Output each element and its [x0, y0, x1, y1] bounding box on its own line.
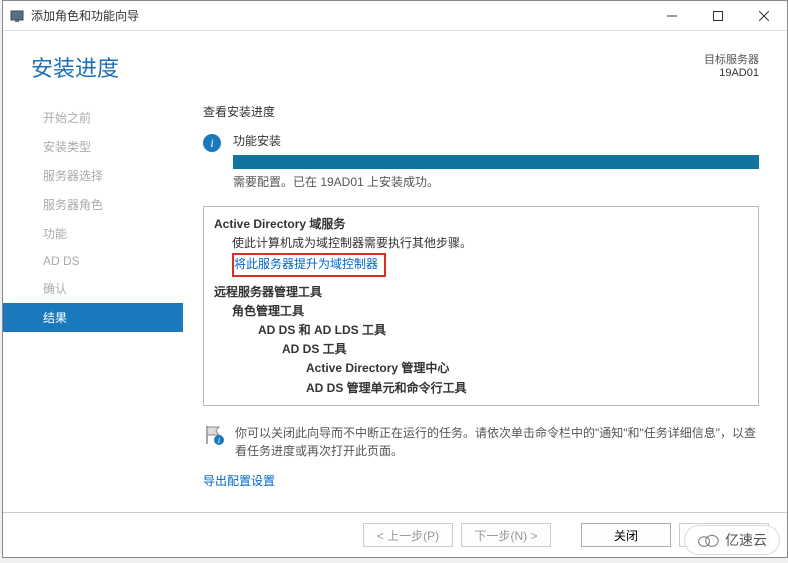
- ad-ds-subtext: 使此计算机成为域控制器需要执行其他步骤。: [214, 234, 748, 253]
- sidebar-item-features: 功能: [3, 219, 183, 248]
- gp-management-heading: 组策略管理: [214, 404, 748, 406]
- target-server-value: 19AD01: [704, 67, 759, 79]
- flag-icon: i: [203, 424, 225, 446]
- sidebar: 开始之前 安装类型 服务器选择 服务器角色 功能 AD DS 确认 结果: [3, 93, 183, 512]
- promote-domain-controller-link[interactable]: 将此服务器提升为域控制器: [234, 257, 378, 271]
- status-row: i 功能安装 需要配置。已在 19AD01 上安装成功。: [203, 132, 759, 200]
- target-server-label: 目标服务器: [704, 51, 759, 67]
- note-text: 你可以关闭此向导而不中断正在运行的任务。请依次单击命令栏中的"通知"和"任务详细…: [235, 424, 759, 460]
- close-wizard-button[interactable]: 关闭: [581, 523, 671, 547]
- minimize-button[interactable]: [649, 1, 695, 31]
- rsat-adds-tools: AD DS 工具: [214, 340, 748, 359]
- rsat-adds-adlds: AD DS 和 AD LDS 工具: [214, 321, 748, 340]
- wizard-window: 添加角色和功能向导 安装进度 目标服务器 19AD01 开始之前 安装类型: [2, 0, 788, 558]
- ad-ds-heading: Active Directory 域服务: [214, 215, 748, 234]
- previous-button: < 上一步(P): [363, 523, 453, 547]
- sidebar-item-before-you-begin: 开始之前: [3, 103, 183, 132]
- titlebar: 添加角色和功能向导: [3, 1, 787, 31]
- sidebar-item-confirmation: 确认: [3, 274, 183, 303]
- install-details: Active Directory 域服务 使此计算机成为域控制器需要执行其他步骤…: [203, 206, 759, 406]
- note-row: i 你可以关闭此向导而不中断正在运行的任务。请依次单击命令栏中的"通知"和"任务…: [203, 424, 759, 460]
- target-server-box: 目标服务器 19AD01: [704, 51, 759, 79]
- maximize-button[interactable]: [695, 1, 741, 31]
- sidebar-item-install-type: 安装类型: [3, 132, 183, 161]
- window-title: 添加角色和功能向导: [31, 7, 649, 24]
- sidebar-item-server-selection: 服务器选择: [3, 161, 183, 190]
- main-panel: 查看安装进度 i 功能安装 需要配置。已在 19AD01 上安装成功。 Acti…: [183, 93, 787, 512]
- section-label: 查看安装进度: [203, 103, 759, 120]
- watermark: 亿速云: [684, 525, 780, 555]
- sidebar-item-ad-ds: AD DS: [3, 248, 183, 274]
- body-row: 开始之前 安装类型 服务器选择 服务器角色 功能 AD DS 确认 结果 查看安…: [3, 93, 787, 512]
- status-message: 需要配置。已在 19AD01 上安装成功。: [233, 173, 759, 190]
- watermark-text: 亿速云: [725, 530, 767, 550]
- cloud-icon: [697, 532, 719, 548]
- close-button[interactable]: [741, 1, 787, 31]
- progress-bar: [233, 155, 759, 169]
- rsat-adds-snapins: AD DS 管理单元和命令行工具: [214, 379, 748, 398]
- sidebar-item-results[interactable]: 结果: [3, 303, 183, 332]
- content-area: 安装进度 目标服务器 19AD01 开始之前 安装类型 服务器选择 服务器角色 …: [3, 31, 787, 557]
- next-button: 下一步(N) >: [461, 523, 551, 547]
- rsat-heading: 远程服务器管理工具: [214, 283, 748, 302]
- svg-text:i: i: [218, 436, 220, 445]
- footer: < 上一步(P) 下一步(N) > 关闭 取消: [3, 512, 787, 557]
- promote-highlight: 将此服务器提升为域控制器: [232, 253, 386, 276]
- info-icon: i: [203, 134, 221, 152]
- status-text: 功能安装: [233, 132, 759, 149]
- rsat-ad-admin-center: Active Directory 管理中心: [214, 359, 748, 378]
- header-row: 安装进度 目标服务器 19AD01: [3, 31, 787, 93]
- sidebar-item-server-roles: 服务器角色: [3, 190, 183, 219]
- app-icon: [9, 8, 25, 24]
- window-controls: [649, 1, 787, 31]
- export-config-link[interactable]: 导出配置设置: [203, 472, 759, 489]
- rsat-role-tools: 角色管理工具: [214, 302, 748, 321]
- page-title: 安装进度: [31, 51, 704, 83]
